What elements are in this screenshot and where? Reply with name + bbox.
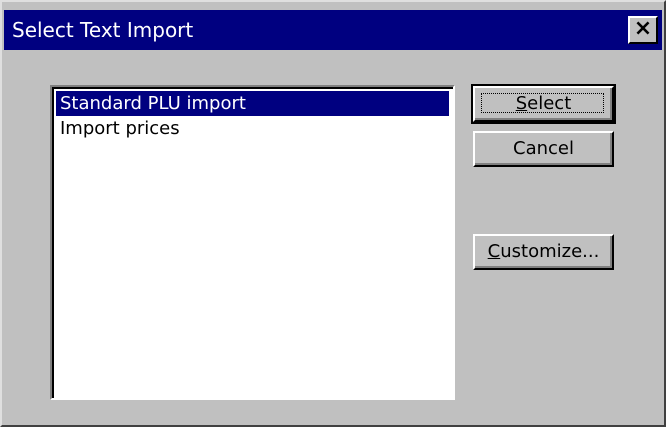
import-listbox[interactable]: Standard PLU import Import prices [50, 85, 455, 400]
list-item-standard-plu-import[interactable]: Standard PLU import [56, 91, 449, 116]
cancel-label: Cancel [513, 138, 574, 159]
customize-button[interactable]: Customize... [473, 234, 614, 270]
customize-accelerator: C [487, 241, 501, 262]
close-icon[interactable]: × [628, 16, 658, 44]
title-bar: Select Text Import × [4, 10, 662, 50]
window-title: Select Text Import [12, 18, 194, 42]
focus-rectangle [481, 93, 604, 113]
select-button[interactable]: Select [471, 84, 616, 124]
list-item-import-prices[interactable]: Import prices [56, 116, 449, 141]
customize-label: ustomize... [500, 241, 600, 262]
select-text-import-dialog: Select Text Import × Standard PLU import… [0, 0, 666, 427]
cancel-button[interactable]: Cancel [473, 131, 614, 167]
